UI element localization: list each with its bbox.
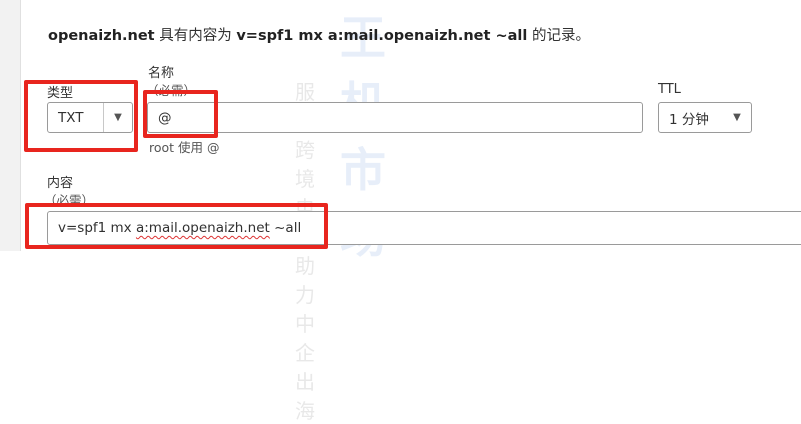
highlight-content	[25, 203, 328, 249]
record-summary: openaizh.net 具有内容为 v=spf1 mx a:mail.open…	[48, 24, 590, 45]
chevron-down-icon[interactable]: ▼	[723, 103, 751, 132]
record-domain: openaizh.net	[48, 28, 155, 44]
ttl-select[interactable]: 1 分钟 ▼	[658, 102, 752, 133]
name-label: 名称	[148, 66, 175, 81]
highlight-type	[24, 80, 138, 152]
left-edge	[0, 0, 21, 251]
content-label: 内容	[47, 176, 74, 191]
record-tail-text: 的记录。	[527, 28, 590, 44]
highlight-name	[143, 90, 218, 138]
name-root-hint: root 使用 @	[149, 140, 220, 155]
ttl-select-value: 1 分钟	[669, 111, 709, 128]
record-value: v=spf1 mx a:mail.openaizh.net ~all	[236, 28, 528, 44]
ttl-label: TTL	[658, 82, 681, 97]
record-mid-text: 具有内容为	[154, 28, 237, 44]
name-input[interactable]: @	[147, 102, 643, 133]
